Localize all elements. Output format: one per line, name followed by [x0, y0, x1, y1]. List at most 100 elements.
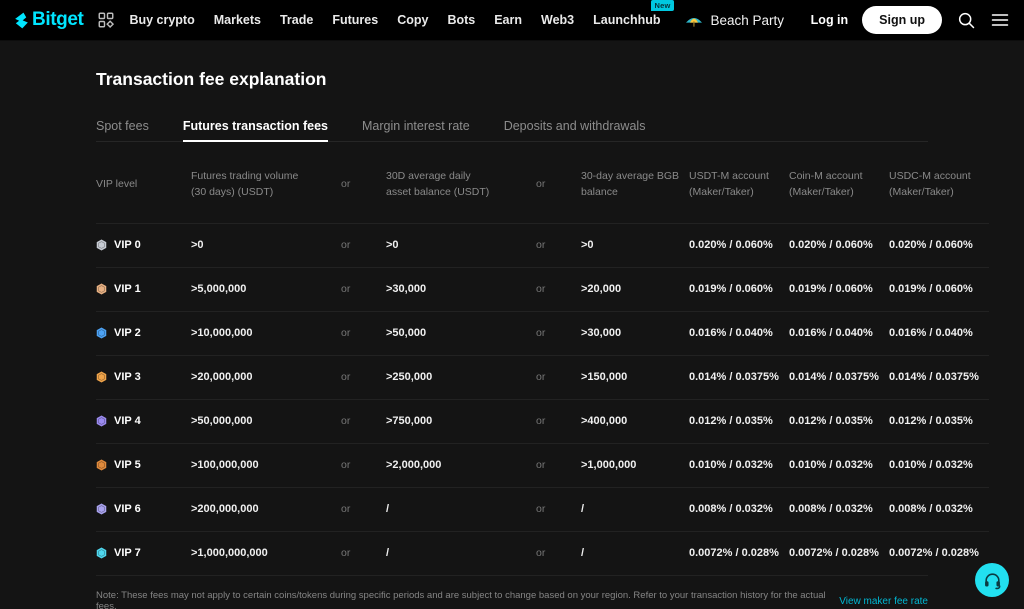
- cell-asset-balance: >0: [386, 222, 536, 268]
- cell-bgb-balance: >400,000: [581, 398, 689, 444]
- nav-link-launchhub[interactable]: Launchhub New: [593, 0, 674, 27]
- table-row: VIP 3 >20,000,000 or >250,000 or >150,000 0.01…: [96, 354, 989, 400]
- futures-fee-table: VIP level Futures trading volume (30 day…: [96, 142, 989, 576]
- cell-usdc-m-fee: 0.020% / 0.060%: [889, 222, 989, 268]
- cell-futures-volume: >200,000,000: [191, 486, 341, 532]
- grid-apps-icon[interactable]: [97, 11, 115, 29]
- table-row: VIP 5 >100,000,000 or >2,000,000 or >1,000,00…: [96, 442, 989, 488]
- bitget-logo[interactable]: Bitget: [12, 9, 84, 31]
- th-coin-m-line2: (Maker/Taker): [789, 186, 854, 199]
- th-bgb-balance-line1: 30-day average BGB: [581, 170, 680, 182]
- table-row: VIP 1 >5,000,000 or >30,000 or >20,000 0.019% …: [96, 266, 989, 312]
- cell-coin-m-fee: 0.020% / 0.060%: [789, 222, 889, 268]
- nav-link-earn[interactable]: Earn: [494, 13, 522, 27]
- th-bgb-balance: 30-day average BGB balance: [581, 142, 689, 223]
- nav-link-beach-party[interactable]: Beach Party: [683, 12, 784, 28]
- cell-usdt-m-fee: 0.008% / 0.032%: [689, 486, 789, 532]
- vip-level-label: VIP 2: [114, 327, 141, 340]
- tab-spot-fees[interactable]: Spot fees: [96, 119, 149, 141]
- table-header-row: VIP level Futures trading volume (30 day…: [96, 142, 989, 223]
- cell-usdc-m-fee: 0.010% / 0.032%: [889, 442, 989, 488]
- cell-usdc-m-fee: 0.014% / 0.0375%: [889, 354, 989, 400]
- th-futures-volume: Futures trading volume (30 days) (USDT): [191, 142, 341, 223]
- tab-deposits-and-withdrawals[interactable]: Deposits and withdrawals: [504, 119, 646, 141]
- cell-bgb-balance: /: [581, 486, 689, 532]
- cell-or-1: or: [341, 310, 386, 356]
- cell-futures-volume: >10,000,000: [191, 310, 341, 356]
- cell-usdc-m-fee: 0.019% / 0.060%: [889, 266, 989, 312]
- cell-bgb-balance: /: [581, 530, 689, 576]
- tab-futures-transaction-fees[interactable]: Futures transaction fees: [182, 119, 329, 142]
- page-body: Transaction fee explanation Spot fees Fu…: [0, 41, 1024, 609]
- vip-badge-icon: [96, 547, 107, 559]
- cell-usdc-m-fee: 0.008% / 0.032%: [889, 486, 989, 532]
- cell-vip-level: VIP 2: [96, 310, 191, 356]
- login-button[interactable]: Log in: [811, 13, 849, 27]
- cell-coin-m-fee: 0.016% / 0.040%: [789, 310, 889, 356]
- cell-coin-m-fee: 0.014% / 0.0375%: [789, 354, 889, 400]
- view-maker-fee-rate-link[interactable]: View maker fee rate: [839, 596, 928, 607]
- vip-level-label: VIP 6: [114, 503, 141, 516]
- nav-link-trade[interactable]: Trade: [280, 13, 313, 27]
- cell-futures-volume: >20,000,000: [191, 354, 341, 400]
- th-coin-m-account: Coin-M account (Maker/Taker): [789, 142, 889, 223]
- nav-link-launchhub-label: Launchhub: [593, 13, 661, 27]
- th-usdc-m-account: USDC-M account (Maker/Taker): [889, 142, 989, 223]
- nav-right-actions: Log in Sign up: [811, 6, 1010, 34]
- cell-coin-m-fee: 0.008% / 0.032%: [789, 486, 889, 532]
- table-row: VIP 2 >10,000,000 or >50,000 or >30,000 0.016%…: [96, 310, 989, 356]
- nav-link-copy[interactable]: Copy: [397, 13, 428, 27]
- vip-level-label: VIP 3: [114, 371, 141, 384]
- cell-usdc-m-fee: 0.012% / 0.035%: [889, 398, 989, 444]
- cell-usdt-m-fee: 0.019% / 0.060%: [689, 266, 789, 312]
- cell-bgb-balance: >30,000: [581, 310, 689, 356]
- nav-link-futures[interactable]: Futures: [332, 13, 378, 27]
- cell-or-1: or: [341, 486, 386, 532]
- th-asset-balance: 30D average daily asset balance (USDT): [386, 142, 536, 223]
- nav-link-markets[interactable]: Markets: [214, 13, 261, 27]
- cell-asset-balance: /: [386, 486, 536, 532]
- th-usdt-m-line2: (Maker/Taker): [689, 186, 754, 199]
- th-usdt-m-account: USDT-M account (Maker/Taker): [689, 142, 789, 223]
- nav-link-bots[interactable]: Bots: [447, 13, 475, 27]
- cell-futures-volume: >50,000,000: [191, 398, 341, 444]
- table-body: VIP 0 >0 or >0 or >0 0.020% / 0.060% 0.020% / 0…: [96, 222, 989, 576]
- th-or-2: or: [536, 178, 546, 191]
- nav-link-buy-crypto[interactable]: Buy crypto: [129, 13, 194, 27]
- headset-support-icon: [984, 572, 1000, 589]
- cell-vip-level: VIP 7: [96, 530, 191, 576]
- tab-margin-interest-rate[interactable]: Margin interest rate: [362, 119, 470, 141]
- th-usdc-m-line2: (Maker/Taker): [889, 186, 954, 199]
- hamburger-menu-icon[interactable]: [990, 10, 1010, 30]
- cell-usdt-m-fee: 0.014% / 0.0375%: [689, 354, 789, 400]
- table-row: VIP 4 >50,000,000 or >750,000 or >400,000 0.01…: [96, 398, 989, 444]
- table-footer-note-row: Note: These fees may not apply to certai…: [96, 575, 928, 609]
- cell-futures-volume: >0: [191, 222, 341, 268]
- cell-usdc-m-fee: 0.0072% / 0.028%: [889, 530, 989, 576]
- search-icon[interactable]: [956, 10, 976, 30]
- cell-or-1: or: [341, 442, 386, 488]
- cell-or-1: or: [341, 354, 386, 400]
- support-chat-button[interactable]: [975, 563, 1009, 597]
- cell-usdc-m-fee: 0.016% / 0.040%: [889, 310, 989, 356]
- cell-futures-volume: >5,000,000: [191, 266, 341, 312]
- signup-button[interactable]: Sign up: [862, 6, 942, 34]
- cell-bgb-balance: >1,000,000: [581, 442, 689, 488]
- cell-vip-level: VIP 0: [96, 222, 191, 268]
- nav-link-web3[interactable]: Web3: [541, 13, 574, 27]
- vip-badge-icon: [96, 327, 107, 339]
- cell-futures-volume: >100,000,000: [191, 442, 341, 488]
- cell-bgb-balance: >20,000: [581, 266, 689, 312]
- cell-bgb-balance: >0: [581, 222, 689, 268]
- new-badge: New: [651, 0, 674, 11]
- th-asset-balance-line1: 30D average daily: [386, 170, 471, 182]
- table-row: VIP 6 >200,000,000 or / or/0.008% / 0.032% 0.…: [96, 486, 989, 532]
- th-usdt-m-line1: USDT-M account: [689, 170, 769, 182]
- fee-disclaimer-note: Note: These fees may not apply to certai…: [96, 590, 826, 609]
- cell-or-2: or: [536, 530, 581, 576]
- top-navbar: Bitget Buy crypto Markets Trade Futures …: [0, 0, 1024, 41]
- cell-vip-level: VIP 1: [96, 266, 191, 312]
- th-futures-volume-line2: (30 days) (USDT): [191, 186, 274, 199]
- cell-futures-volume: >1,000,000,000: [191, 530, 341, 576]
- vip-level-label: VIP 7: [114, 547, 141, 560]
